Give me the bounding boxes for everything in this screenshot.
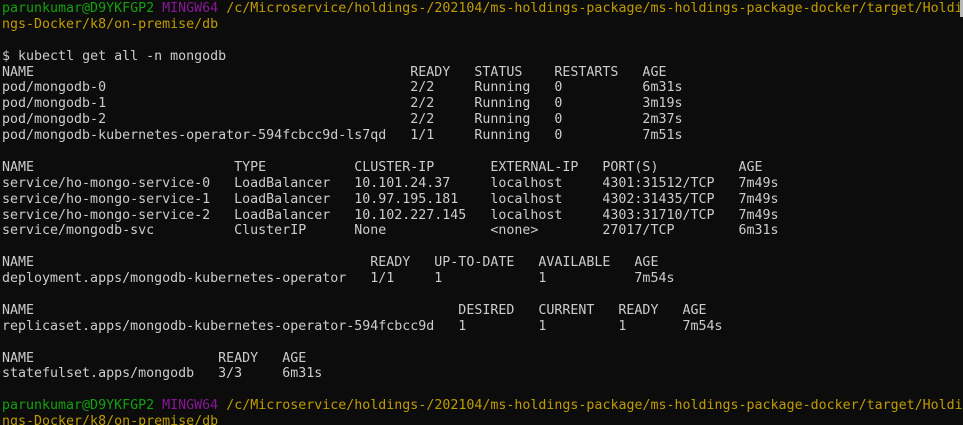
prompt-line: parunkumar@D9YKFGP2 MINGW64 /c/Microserv…: [2, 1, 963, 17]
prompt-platform: MINGW64: [162, 1, 218, 16]
terminal-window[interactable]: parunkumar@D9YKFGP2 MINGW64 /c/Microserv…: [0, 0, 963, 425]
deployments-table: NAME READY UP-TO-DATE AVAILABLE AGEdeplo…: [2, 255, 963, 287]
prompt-path: /c/Microservice/holdings-/202104/ms-hold…: [226, 398, 963, 413]
table-row: replicaset.apps/mongodb-kubernetes-opera…: [2, 319, 963, 335]
table-header-line: NAME READY STATUS RESTARTS AGE: [2, 65, 963, 81]
table-row: statefulset.apps/mongodb 3/3 6m31s: [2, 366, 963, 382]
prompt-symbol: $: [2, 49, 10, 64]
table-row: service/ho-mongo-service-1 LoadBalancer …: [2, 192, 963, 208]
table-header-line: NAME DESIRED CURRENT READY AGE: [2, 303, 963, 319]
command-line: $ kubectl get all -n mongodb: [2, 49, 963, 65]
statefulsets-table: NAME READY AGEstatefulset.apps/mongodb 3…: [2, 351, 963, 383]
prompt-block-bottom: parunkumar@D9YKFGP2 MINGW64 /c/Microserv…: [2, 398, 963, 425]
prompt-path: /c/Microservice/holdings-/202104/ms-hold…: [226, 1, 963, 16]
prompt-block-top: parunkumar@D9YKFGP2 MINGW64 /c/Microserv…: [2, 1, 963, 33]
table-row: pod/mongodb-1 2/2 Running 0 3m19s: [2, 96, 963, 112]
table-row: pod/mongodb-2 2/2 Running 0 2m37s: [2, 112, 963, 128]
prompt-path-continued: ngs-Docker/k8/on-premise/db: [2, 17, 218, 32]
table-row: service/ho-mongo-service-2 LoadBalancer …: [2, 208, 963, 224]
table-header-line: NAME READY UP-TO-DATE AVAILABLE AGE: [2, 255, 963, 271]
table-row: deployment.apps/mongodb-kubernetes-opera…: [2, 271, 963, 287]
prompt-user-host: parunkumar@D9YKFGP2: [2, 1, 154, 16]
command-text: kubectl get all -n mongodb: [18, 49, 226, 64]
services-table: NAME TYPE CLUSTER-IP EXTERNAL-IP PORT(S)…: [2, 160, 963, 239]
prompt-path-wrap-line: ngs-Docker/k8/on-premise/db: [2, 17, 963, 33]
table-header-line: NAME READY AGE: [2, 351, 963, 367]
table-row: service/ho-mongo-service-0 LoadBalancer …: [2, 176, 963, 192]
prompt-user-host: parunkumar@D9YKFGP2: [2, 398, 154, 413]
prompt-path-continued: ngs-Docker/k8/on-premise/db: [2, 414, 218, 425]
table-row: pod/mongodb-kubernetes-operator-594fcbcc…: [2, 128, 963, 144]
table-header-line: NAME TYPE CLUSTER-IP EXTERNAL-IP PORT(S)…: [2, 160, 963, 176]
table-row: pod/mongodb-0 2/2 Running 0 6m31s: [2, 80, 963, 96]
prompt-path-wrap-line: ngs-Docker/k8/on-premise/db: [2, 414, 963, 425]
replicasets-table: NAME DESIRED CURRENT READY AGEreplicaset…: [2, 303, 963, 335]
table-row: service/mongodb-svc ClusterIP None <none…: [2, 223, 963, 239]
pods-table: NAME READY STATUS RESTARTS AGEpod/mongod…: [2, 65, 963, 144]
prompt-platform: MINGW64: [162, 398, 218, 413]
prompt-line: parunkumar@D9YKFGP2 MINGW64 /c/Microserv…: [2, 398, 963, 414]
